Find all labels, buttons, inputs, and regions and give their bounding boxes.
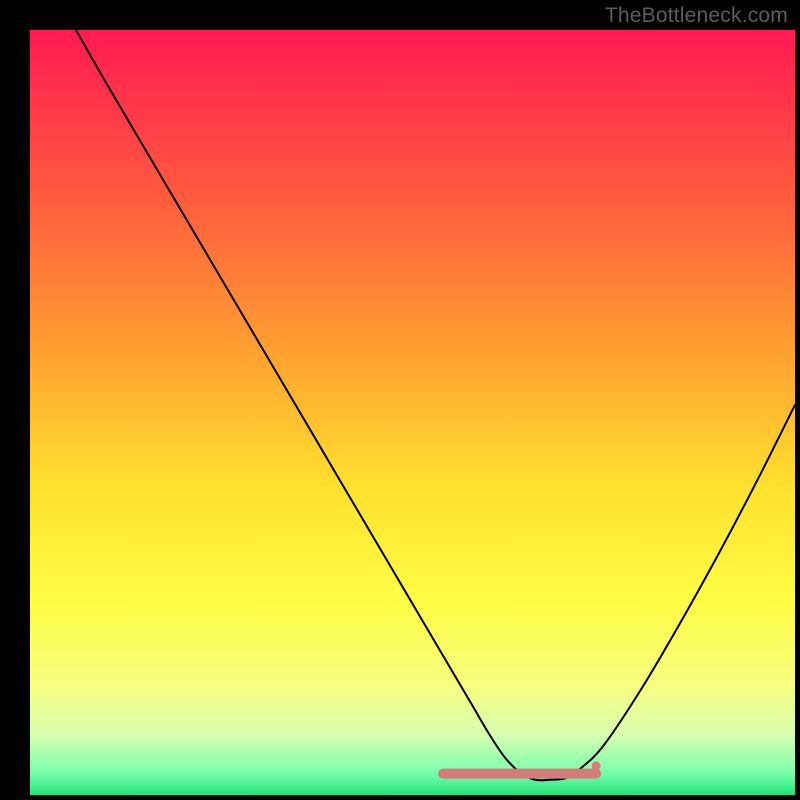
gradient-background xyxy=(30,30,795,795)
bottleneck-chart xyxy=(0,0,800,800)
end-marker-dot xyxy=(592,761,601,770)
watermark-text: TheBottleneck.com xyxy=(605,4,788,28)
chart-container: TheBottleneck.com xyxy=(0,0,800,800)
